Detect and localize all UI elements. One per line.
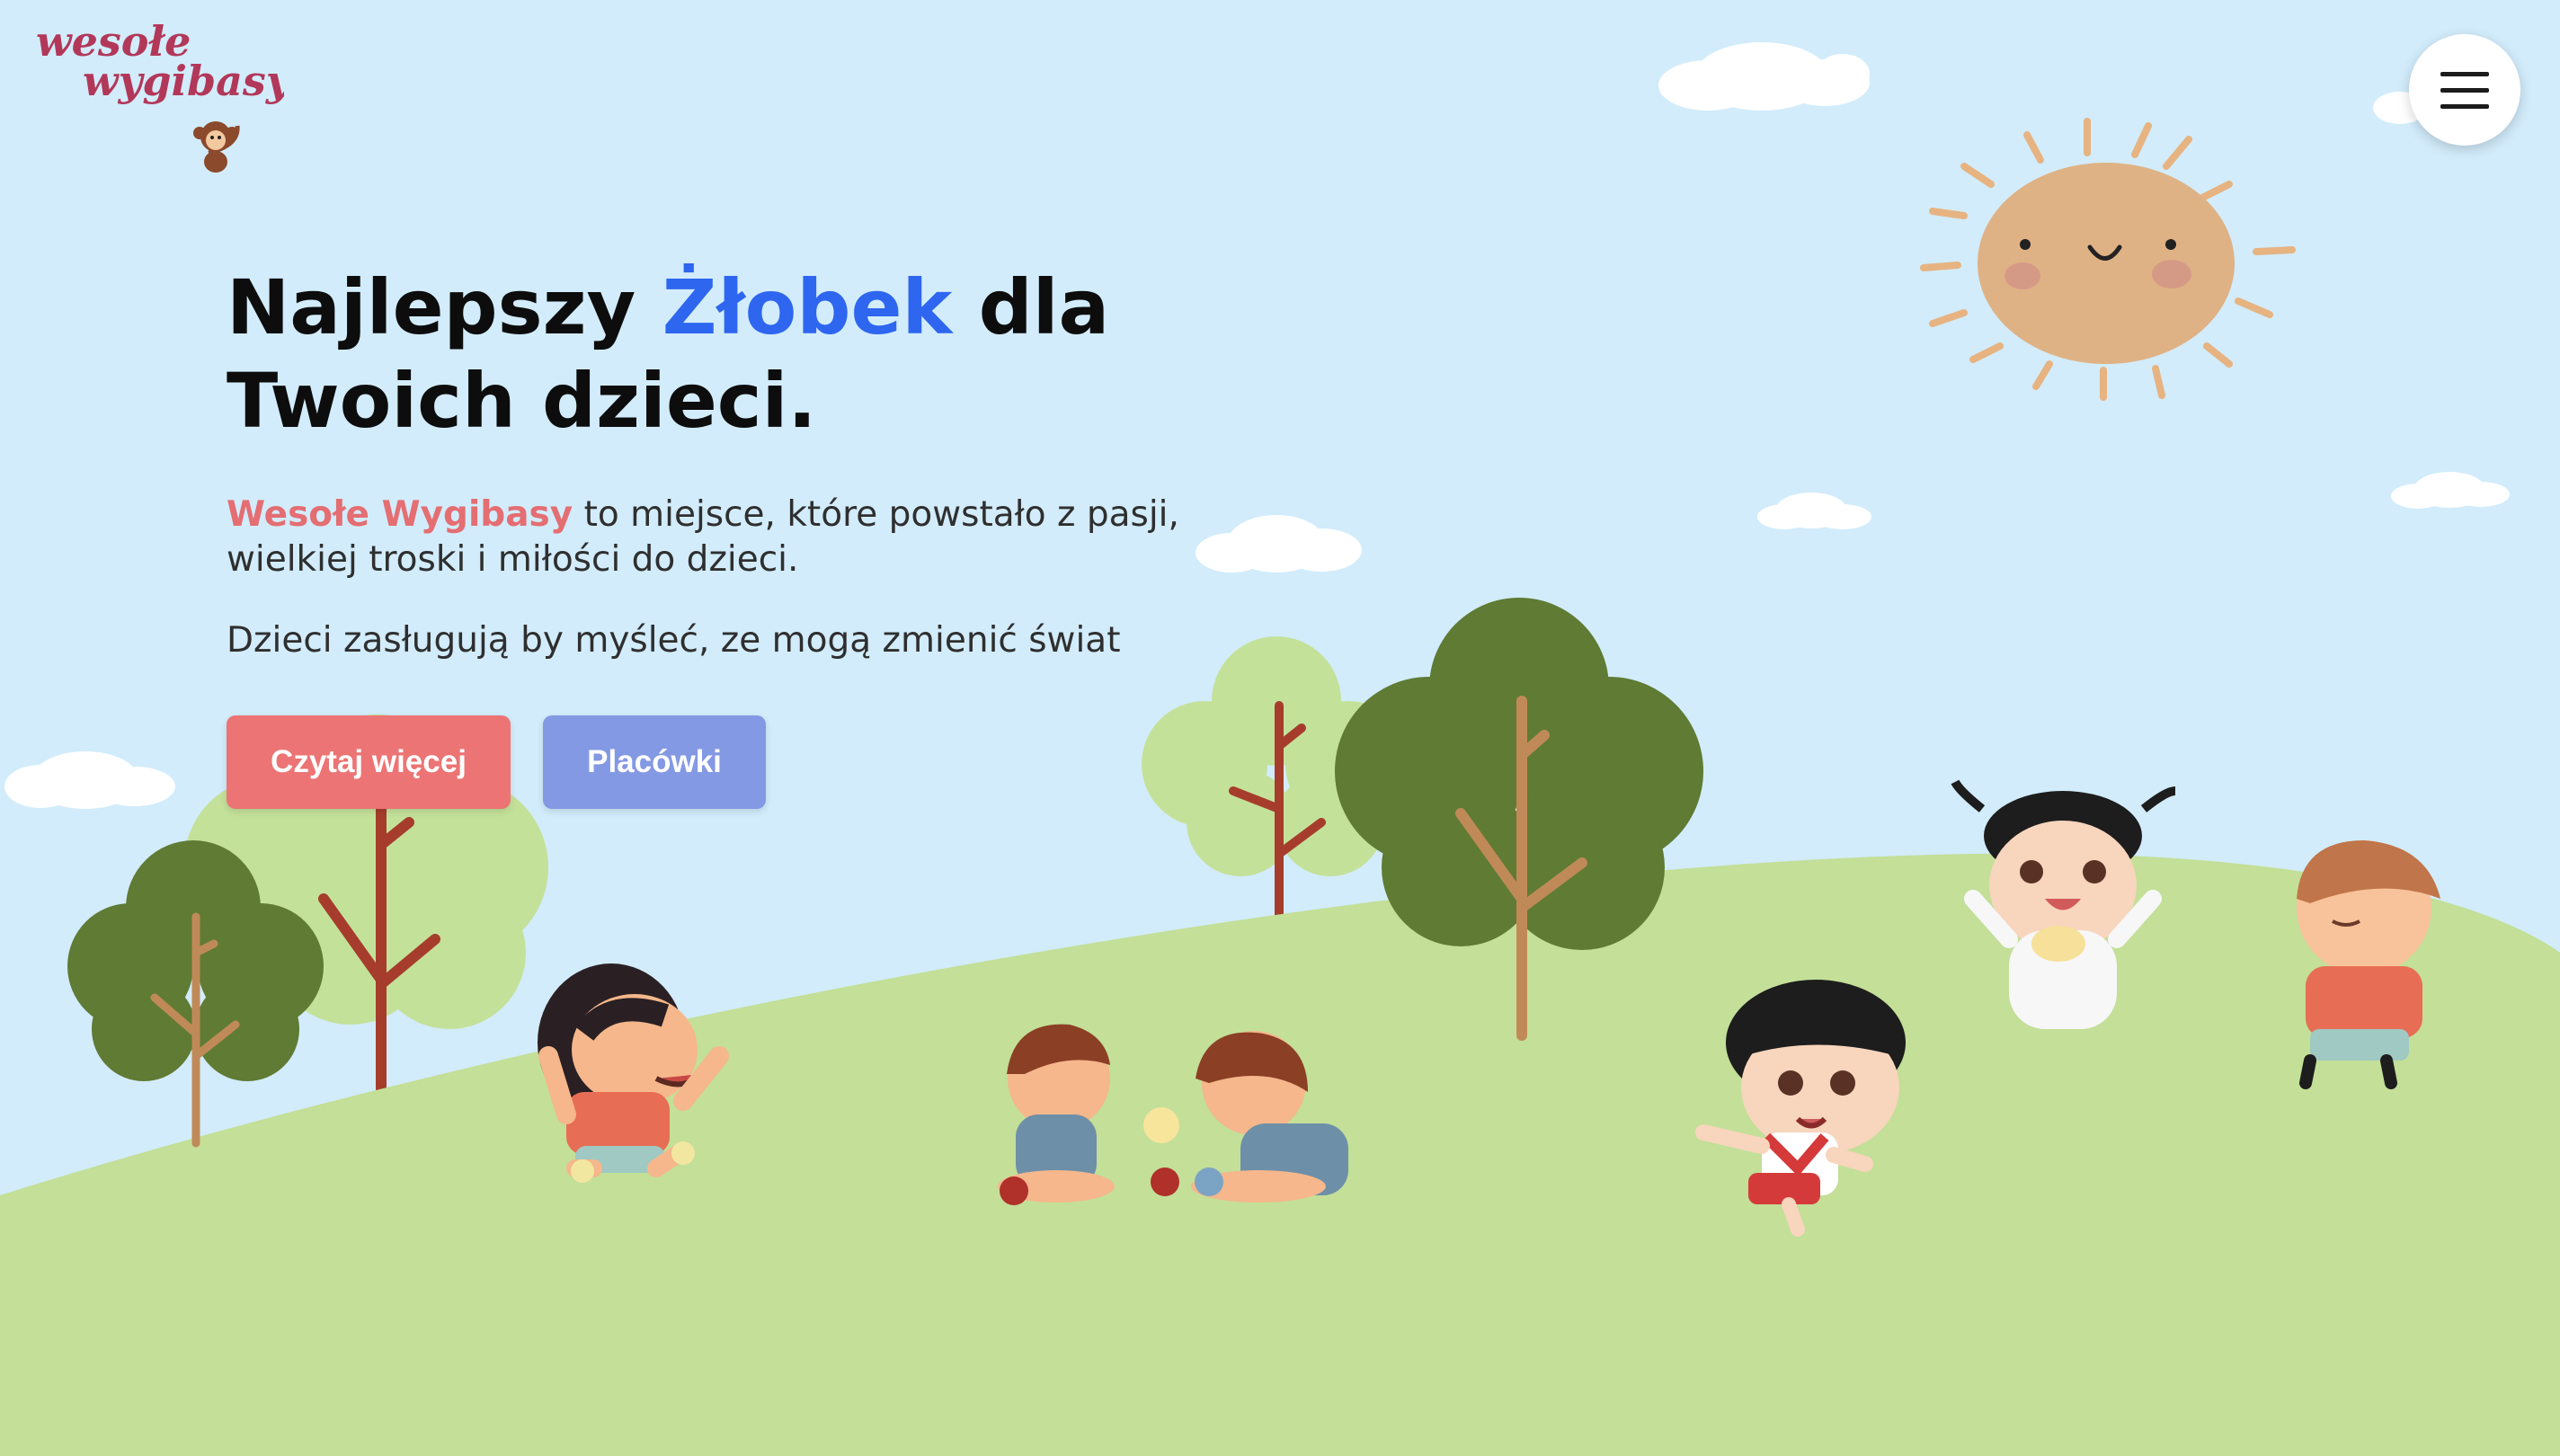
cloud-icon <box>1757 493 1871 529</box>
hero-buttons: Czytaj więcej Placówki <box>227 715 1395 809</box>
cloud-icon <box>2391 472 2510 509</box>
read-more-button[interactable]: Czytaj więcej <box>227 715 511 809</box>
cloud-icon <box>4 751 175 809</box>
title-text-start: Najlepszy <box>227 263 662 351</box>
locations-button[interactable]: Placówki <box>543 715 766 809</box>
hero-section: Najlepszy Żłobek dla Twoich dzieci. Weso… <box>227 261 1395 809</box>
hamburger-menu-icon <box>2440 71 2489 76</box>
brand-name: Wesołe Wygibasy <box>227 494 573 535</box>
tagline: Dzieci zasługują by myśleć, ze mogą zmie… <box>227 620 1121 661</box>
page-title: Najlepszy Żłobek dla Twoich dzieci. <box>227 261 1395 448</box>
logo-line-2: wygibasy <box>83 57 284 105</box>
sun-icon <box>1920 118 2296 401</box>
monkey-icon <box>193 121 240 173</box>
cloud-icon <box>1658 42 1870 111</box>
intro-paragraph: Wesołe Wygibasy to miejsce, które powsta… <box>227 493 1260 582</box>
menu-button[interactable] <box>2409 34 2520 146</box>
logo[interactable]: wesołe wygibasy <box>32 20 284 182</box>
title-highlight: Żłobek <box>662 263 953 351</box>
